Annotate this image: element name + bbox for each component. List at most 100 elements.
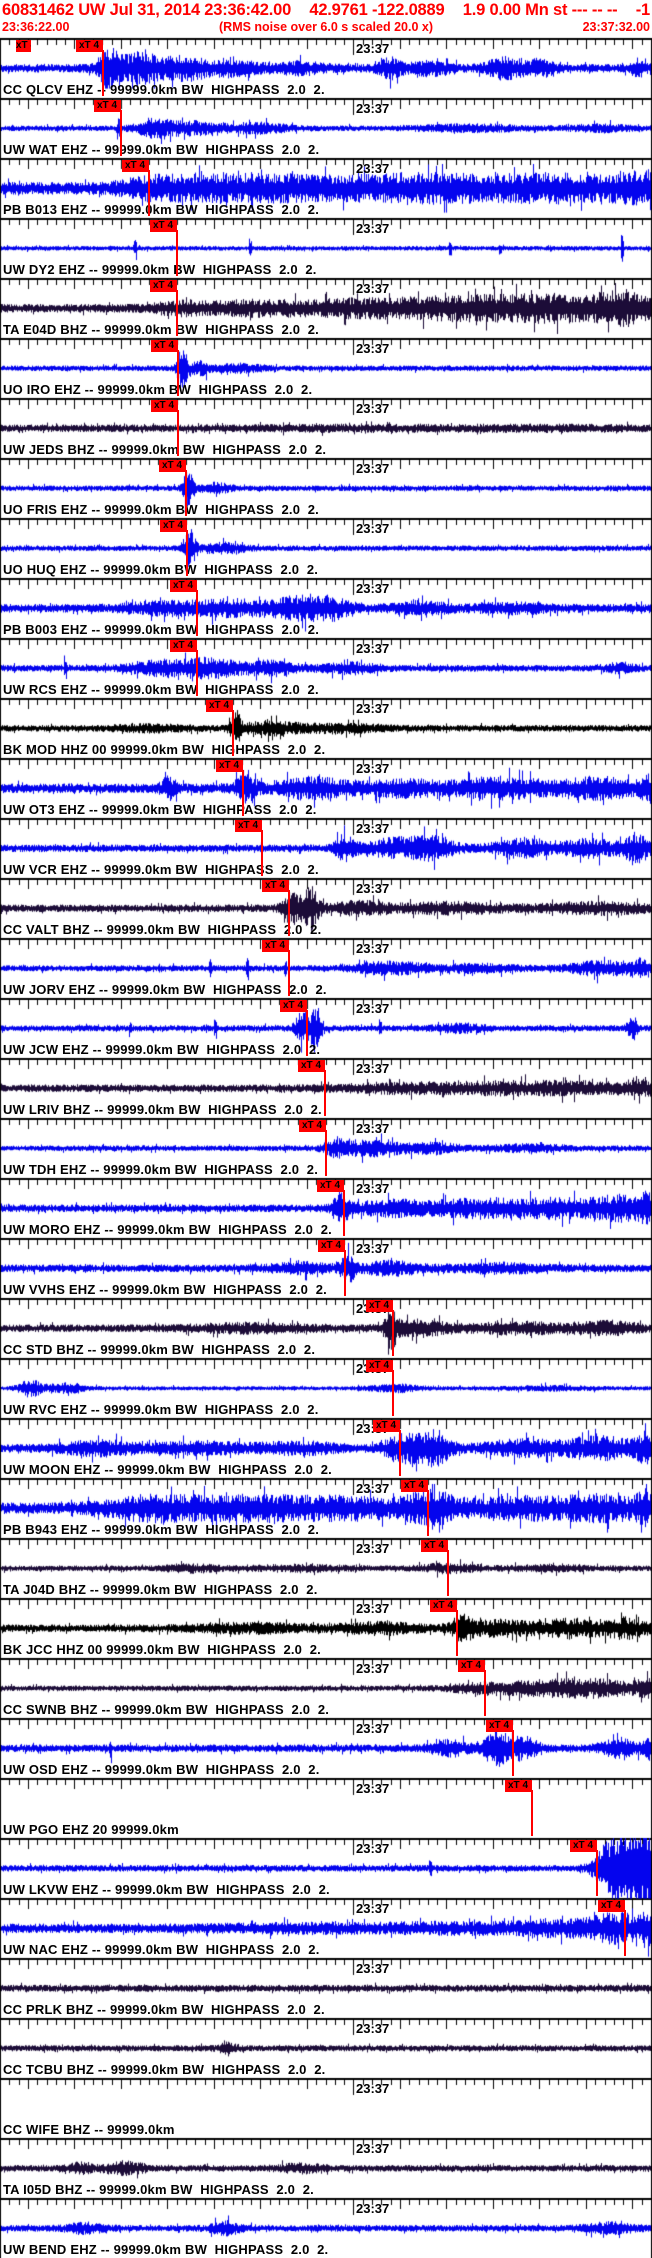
trace-row[interactable]: 23:37 UW DY2 EHZ -- 99999.0km BW HIGHPASS… [0,218,652,278]
phase-pick-line[interactable] [196,590,198,636]
phase-pick-line[interactable] [512,1730,514,1776]
phase-pick-line[interactable] [148,170,150,216]
phase-pick-line[interactable] [596,1850,598,1896]
phase-pick-line[interactable] [427,1490,429,1536]
trace-row[interactable]: 23:37 CC PRLK BHZ -- 99999.0km BW HIGHPAS… [0,1958,652,2018]
trace-row[interactable]: 23:37 UW WAT EHZ -- 99999.0km BW HIGHPASS… [0,98,652,158]
phase-pick-flag[interactable]: xT 4 [458,1660,485,1672]
phase-pick-flag[interactable]: xT 4 [170,640,197,652]
phase-pick-flag[interactable]: xT 4 [151,400,178,412]
trace-row[interactable]: 23:37 UW RCS EHZ -- 99999.0km BW HIGHPASS… [0,638,652,698]
trace-row[interactable]: 23:37 UO HUQ EHZ -- 99999.0km BW HIGHPASS… [0,518,652,578]
phase-pick-flag[interactable]: xT 4 [299,1120,326,1132]
phase-pick-line[interactable] [185,470,187,516]
phase-pick-line[interactable] [176,230,178,276]
phase-pick-line[interactable] [288,890,290,936]
trace-row[interactable]: 23:37 BK MOD HHZ 00 99999.0km BW HIGHPASS… [0,698,652,758]
phase-pick-line[interactable] [288,950,290,996]
trace-row[interactable]: 23:37 UO IRO EHZ -- 99999.0km BW HIGHPASS… [0,338,652,398]
phase-pick-line[interactable] [325,1130,327,1176]
phase-pick-line[interactable] [176,290,178,336]
phase-pick-flag[interactable]: xT 4 [159,460,186,472]
phase-pick-flag[interactable]: xT 4 [280,1000,307,1012]
phase-pick-line[interactable] [196,650,198,696]
phase-pick-line[interactable] [324,1070,326,1116]
phase-pick-flag[interactable]: xT 4 [570,1840,597,1852]
phase-pick-flag[interactable]: xT 4 [216,760,243,772]
trace-row[interactable]: 23:37 UW VVHS EHZ -- 99999.0km BW HIGHPAS… [0,1238,652,1298]
phase-pick-line[interactable] [102,50,104,96]
phase-pick-line[interactable] [261,830,263,876]
trace-row[interactable]: 23:37 UW PGO EHZ 20 99999.0km xT 4 [0,1778,652,1838]
trace-row[interactable]: 23:37 CC QLCV EHZ -- 99999.0km BW HIGHPAS… [0,38,652,98]
trace-row[interactable]: 23:37 CC VALT BHZ -- 99999.0km BW HIGHPAS… [0,878,652,938]
phase-pick-flag[interactable]: xT 4 [317,1180,344,1192]
phase-pick-flag[interactable]: xT 4 [160,520,187,532]
trace-row[interactable]: 23:37 UO FRIS EHZ -- 99999.0km BW HIGHPAS… [0,458,652,518]
phase-pick-flag[interactable]: xT 4 [122,160,149,172]
trace-row[interactable]: 23:37UW MOON EHZ -- 99999.0km BW HIGHPAS… [0,1418,652,1478]
trace-row[interactable]: 23:37 CC WIFE BHZ -- 99999.0km [0,2078,652,2138]
phase-pick-flag[interactable]: xT 4 [318,1240,345,1252]
phase-pick-line[interactable] [177,350,179,396]
trace-row[interactable]: 23:37 UW OSD EHZ -- 99999.0km BW HIGHPASS… [0,1718,652,1778]
phase-pick-flag[interactable]: xT 4 [486,1720,513,1732]
phase-pick-line[interactable] [120,110,122,156]
trace-row[interactable]: 23:37 BK JCC HHZ 00 99999.0km BW HIGHPASS… [0,1598,652,1658]
trace-row[interactable]: 23:37 CC TCBU BHZ -- 99999.0km BW HIGHPAS… [0,2018,652,2078]
trace-row[interactable]: 23:37 CC SWNB BHZ -- 99999.0km BW HIGHPAS… [0,1658,652,1718]
phase-pick-flag[interactable]: xT 4 [366,1300,393,1312]
phase-pick-line[interactable] [177,410,179,456]
phase-pick-line[interactable] [232,710,234,756]
trace-row[interactable]: 23:37 UW MORO EHZ -- 99999.0km BW HIGHPAS… [0,1178,652,1238]
phase-pick-line[interactable] [306,1010,308,1056]
phase-pick-line[interactable] [399,1430,401,1476]
trace-row[interactable]: 23:37 UW TDH EHZ -- 99999.0km BW HIGHPASS… [0,1118,652,1178]
phase-pick-flag[interactable]: xT 4 [170,580,197,592]
phase-pick-flag-clipped[interactable]: xT 4 [16,40,31,52]
phase-pick-line[interactable] [392,1310,394,1356]
phase-pick-line[interactable] [344,1250,346,1296]
trace-row[interactable]: 23:37 UW JCW EHZ -- 99999.0km BW HIGHPASS… [0,998,652,1058]
phase-pick-line[interactable] [531,1790,533,1836]
phase-pick-flag[interactable]: xT 4 [235,820,262,832]
trace-row[interactable]: 23:37 PB B013 EHZ -- 99999.0km BW HIGHPAS… [0,158,652,218]
phase-pick-flag[interactable]: xT 4 [505,1780,532,1792]
phase-pick-line[interactable] [343,1190,345,1236]
phase-pick-flag[interactable]: xT 4 [421,1540,448,1552]
trace-row[interactable]: 23:37 UW LRIV BHZ -- 99999.0km BW HIGHPAS… [0,1058,652,1118]
phase-pick-flag[interactable]: xT 4 [598,1900,625,1912]
trace-row[interactable]: 23:37UW RVC EHZ -- 99999.0km BW HIGHPASS… [0,1358,652,1418]
phase-pick-line[interactable] [242,770,244,816]
trace-row[interactable]: 23:37 UW VCR EHZ -- 99999.0km BW HIGHPASS… [0,818,652,878]
trace-row[interactable]: 23:37 TA J04D BHZ -- 99999.0km BW HIGHPAS… [0,1538,652,1598]
trace-row[interactable]: 23:37 PB B003 EHZ -- 99999.0km BW HIGHPAS… [0,578,652,638]
phase-pick-flag[interactable]: xT 4 [262,940,289,952]
phase-pick-flag[interactable]: xT 4 [206,700,233,712]
trace-row[interactable]: 23:37 TA E04D BHZ -- 99999.0km BW HIGHPAS… [0,278,652,338]
phase-pick-flag[interactable]: xT 4 [298,1060,325,1072]
phase-pick-flag[interactable]: xT 4 [430,1600,457,1612]
trace-row[interactable]: 23:37 UW JORV EHZ -- 99999.0km BW HIGHPAS… [0,938,652,998]
phase-pick-line[interactable] [447,1550,449,1596]
trace-row[interactable]: 23:37CC STD BHZ -- 99999.0km BW HIGHPASS… [0,1298,652,1358]
phase-pick-line[interactable] [624,1910,626,1956]
phase-pick-flag[interactable]: xT 4 [366,1360,393,1372]
phase-pick-flag[interactable]: xT 4 [262,880,289,892]
trace-row[interactable]: 23:37 UW OT3 EHZ -- 99999.0km BW HIGHPASS… [0,758,652,818]
phase-pick-line[interactable] [186,530,188,576]
trace-row[interactable]: 23:37 TA I05D BHZ -- 99999.0km BW HIGHPAS… [0,2138,652,2198]
trace-row[interactable]: 23:37 UW NAC EHZ -- 99999.0km BW HIGHPASS… [0,1898,652,1958]
phase-pick-flag[interactable]: xT 4 [151,340,178,352]
phase-pick-flag[interactable]: xT 4 [150,220,177,232]
phase-pick-line[interactable] [456,1610,458,1656]
trace-row[interactable]: 23:37 UW BEND EHZ -- 99999.0km BW HIGHPAS… [0,2198,652,2258]
phase-pick-flag[interactable]: xT 4 [94,100,121,112]
phase-pick-flag[interactable]: xT 4 [76,40,103,52]
phase-pick-line[interactable] [392,1370,394,1416]
trace-row[interactable]: 23:37 UW JEDS BHZ -- 99999.0km BW HIGHPAS… [0,398,652,458]
trace-row[interactable]: 23:37 UW LKVW EHZ -- 99999.0km BW HIGHPAS… [0,1838,652,1898]
phase-pick-flag[interactable]: xT 4 [150,280,177,292]
phase-pick-flag[interactable]: xT 4 [401,1480,428,1492]
phase-pick-flag[interactable]: xT 4 [373,1420,400,1432]
